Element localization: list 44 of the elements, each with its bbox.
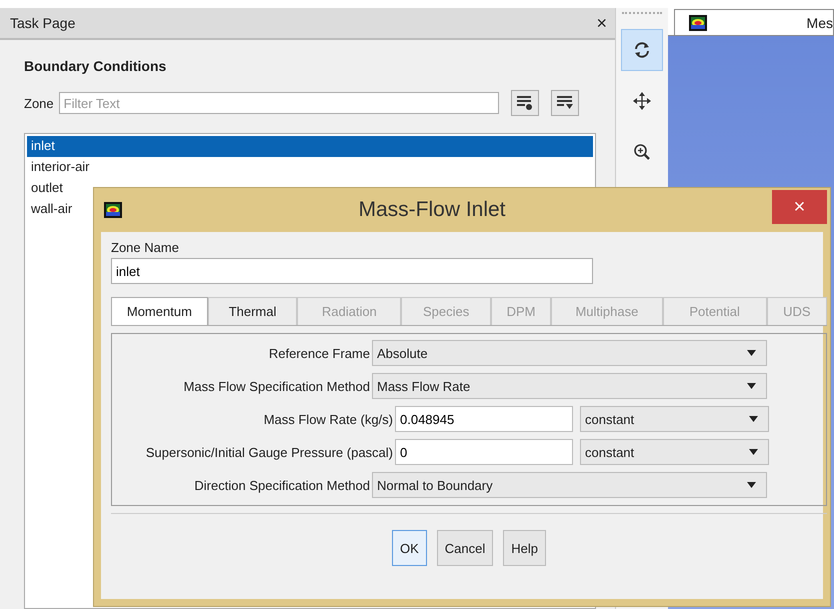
graphics-tab[interactable]: Mes [674, 9, 834, 35]
panel-title: Task Page [10, 15, 76, 31]
zone-list-item[interactable]: interior-air [27, 157, 593, 178]
zone-name-field[interactable]: inlet [111, 258, 593, 284]
tab[interactable]: Thermal [208, 297, 298, 325]
caret-icon [747, 383, 756, 389]
filter-field[interactable]: Filter Text [58, 92, 499, 114]
filter-settings-icon [516, 95, 534, 111]
field-label: Reference Frame [268, 346, 370, 360]
app-logo-icon [689, 14, 707, 30]
dialog-button[interactable]: OK [392, 530, 427, 566]
zone-name-label: Zone Name [111, 240, 180, 255]
dialog-button[interactable]: Help [503, 530, 546, 566]
filter-options-button[interactable] [510, 90, 539, 116]
caret-icon [749, 416, 758, 422]
value-field[interactable]: 0 [395, 439, 573, 465]
zone-label: Zone [24, 96, 54, 110]
caret-icon [747, 350, 756, 356]
field-label: Direction Specification Method [193, 478, 370, 492]
filter-dropdown-icon [556, 95, 574, 111]
caret-icon [747, 482, 756, 488]
filter-menu-button[interactable] [550, 90, 579, 116]
dialog-title: Mass-Flow Inlet [357, 198, 507, 222]
dropdown[interactable]: Mass Flow Rate [372, 373, 767, 399]
dialog-button[interactable]: Cancel [436, 530, 494, 566]
move-icon [633, 92, 651, 110]
toolbar-button[interactable] [621, 29, 663, 71]
zoom-icon [633, 143, 651, 161]
caret-icon [749, 449, 758, 455]
field-label: Supersonic/Initial Gauge Pressure (pascal) [144, 444, 393, 460]
app-logo-icon [104, 202, 122, 218]
field-label: Mass Flow Specification Method [182, 378, 370, 394]
dropdown[interactable]: Absolute [372, 340, 767, 366]
dropdown[interactable]: Normal to Boundary [372, 472, 767, 498]
tab[interactable]: Momentum [111, 297, 208, 325]
field-label: Mass Flow Rate (kg/s) [262, 412, 393, 426]
rotate-icon [633, 41, 651, 59]
close-button[interactable]: × [772, 190, 827, 224]
close-button[interactable]: × [596, 14, 607, 32]
profile-dropdown[interactable]: constant [580, 406, 769, 432]
value-field[interactable]: 0.048945 [395, 406, 573, 432]
profile-dropdown[interactable]: constant [580, 439, 769, 465]
zone-list-item[interactable]: inlet [27, 136, 593, 157]
section-heading: Boundary Conditions [24, 58, 168, 74]
